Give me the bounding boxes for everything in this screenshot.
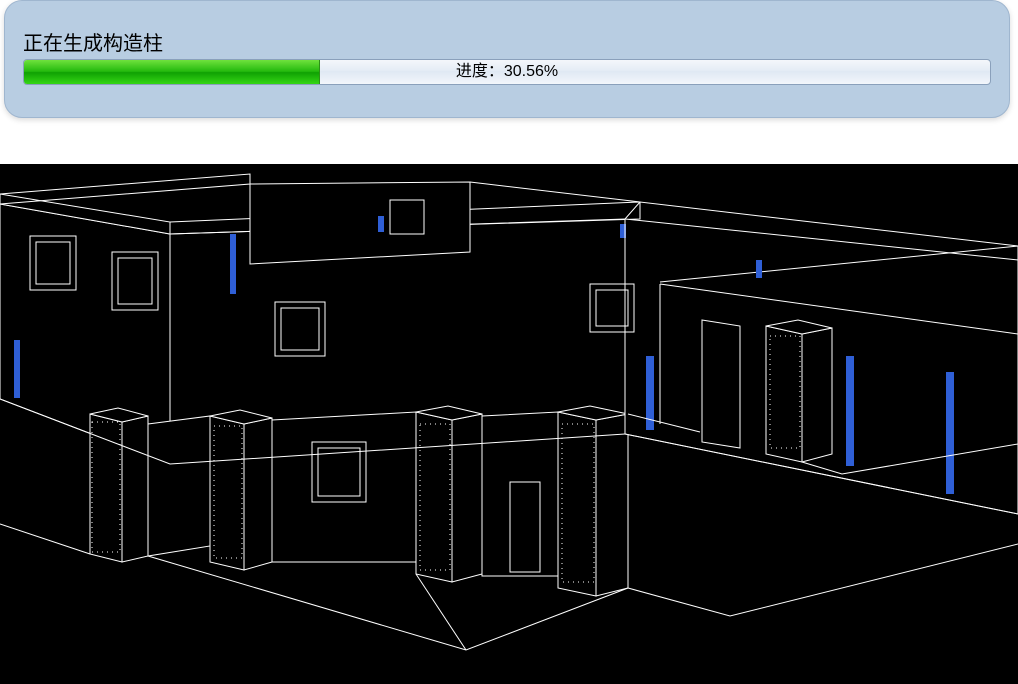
status-label: 正在生成构造柱 <box>23 27 163 56</box>
model-viewport[interactable]: .w{stroke:#fff;stroke-width:1;fill:none}… <box>0 164 1018 684</box>
progress-dialog: 正在生成构造柱 进度：30.56% <box>4 0 1010 118</box>
progress-bar: 进度：30.56% <box>23 59 991 85</box>
building-wireframe: .w{stroke:#fff;stroke-width:1;fill:none}… <box>0 164 1018 684</box>
progress-bar-text: 进度：30.56% <box>24 60 990 84</box>
